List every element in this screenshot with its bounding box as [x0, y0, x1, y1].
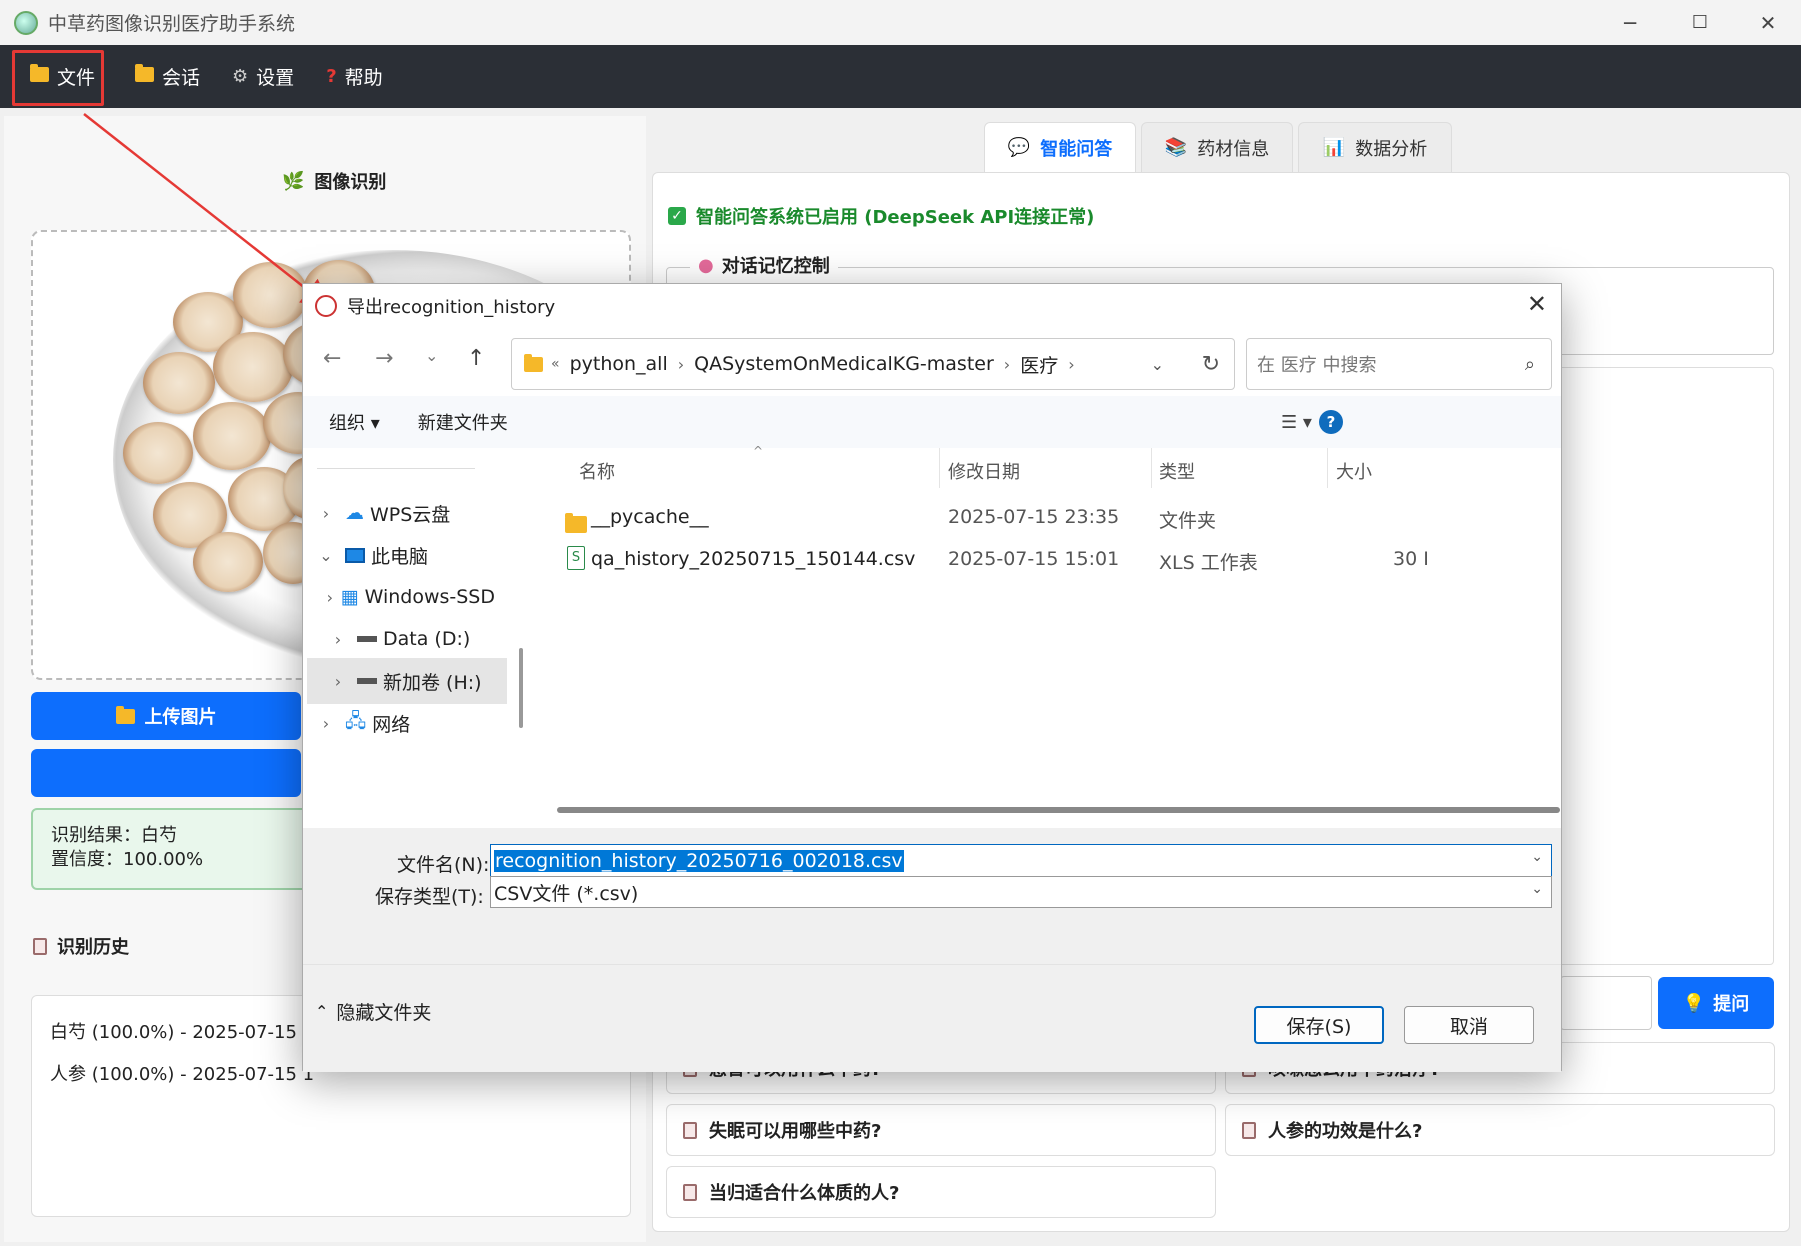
column-type[interactable]: 类型	[1159, 458, 1195, 484]
file-size: 30 K	[1393, 548, 1427, 570]
back-arrow-icon[interactable]: ←	[323, 346, 341, 371]
chevron-down-icon[interactable]: ⌄	[313, 546, 339, 565]
monitor-icon	[345, 547, 365, 563]
search-placeholder: 在 医疗 中搜索	[1257, 355, 1377, 376]
windows-drive-icon: ▦	[340, 586, 359, 608]
chevron-right-icon: ›	[1003, 354, 1011, 374]
dialog-title: 导出recognition_history	[347, 297, 556, 318]
refresh-icon[interactable]: ↻	[1202, 352, 1220, 377]
file-name: __pycache__	[591, 506, 709, 528]
organize-button[interactable]: 组织 ▾	[329, 409, 380, 435]
chevron-down-icon[interactable]: ⌄	[1531, 849, 1543, 865]
column-name[interactable]: 名称	[579, 458, 615, 484]
dialog-app-icon	[315, 295, 337, 317]
nav-label: Data (D:)	[383, 628, 471, 650]
chevron-right-icon[interactable]: ›	[325, 630, 351, 649]
filetype-value: CSV文件 (*.csv)	[494, 882, 639, 905]
breadcrumb-overflow[interactable]: «	[551, 356, 560, 372]
nav-item-windows-ssd[interactable]: › ▦ Windows-SSD	[325, 574, 495, 620]
search-icon: ⌕	[1524, 353, 1535, 375]
nav-item-new-volume-h[interactable]: › 新加卷 (H:)	[307, 658, 507, 704]
filetype-select[interactable]: CSV文件 (*.csv) ⌄	[490, 876, 1552, 908]
breadcrumb-medical[interactable]: 医疗	[1020, 351, 1058, 378]
save-button[interactable]: 保存(S)	[1254, 1006, 1384, 1044]
breadcrumb-python-all[interactable]: python_all	[570, 353, 668, 375]
filename-input[interactable]: recognition_history_20250716_002018.csv …	[490, 844, 1552, 878]
nav-scrollbar[interactable]	[519, 648, 523, 728]
file-modified: 2025-07-15 23:35	[948, 506, 1120, 528]
chevron-down-icon[interactable]: ⌄	[1151, 355, 1164, 374]
horizontal-scrollbar[interactable]	[557, 807, 1560, 813]
sort-caret-icon: ^	[753, 444, 764, 458]
navigation-pane: › ☁ WPS云盘 ⌄ 此电脑 › ▦ Windows-SSD › Data (…	[303, 448, 523, 828]
new-folder-button[interactable]: 新建文件夹	[418, 409, 508, 435]
file-modified: 2025-07-15 15:01	[948, 548, 1120, 570]
spreadsheet-icon: S	[567, 546, 585, 570]
chevron-right-icon: ›	[1068, 354, 1075, 374]
address-bar[interactable]: « python_all › QASystemOnMedicalKG-maste…	[511, 338, 1235, 390]
file-list: 名称 ^ 修改日期 类型 大小 __pycache__ 2025-07-15 2…	[539, 444, 1559, 816]
help-icon[interactable]: ?	[1319, 410, 1343, 434]
hide-folders-label: 隐藏文件夹	[336, 1002, 432, 1024]
file-type: 文件夹	[1159, 510, 1217, 532]
nav-label: WPS云盘	[370, 503, 451, 526]
hide-folders-toggle[interactable]: ⌃ 隐藏文件夹	[315, 998, 431, 1025]
file-row[interactable]: S qa_history_20250715_150144.csv 2025-07…	[539, 540, 1559, 580]
column-modified[interactable]: 修改日期	[948, 458, 1020, 484]
dialog-title-bar: 导出recognition_history	[303, 284, 1561, 328]
breadcrumb-qasystem[interactable]: QASystemOnMedicalKG-master	[694, 353, 994, 375]
recent-chevron-icon[interactable]: ⌄	[425, 346, 438, 365]
nav-item-wps[interactable]: › ☁ WPS云盘	[313, 490, 519, 536]
up-arrow-icon[interactable]: ↑	[467, 346, 485, 371]
chevron-down-icon[interactable]: ⌄	[1531, 881, 1543, 897]
chevron-right-icon[interactable]: ›	[325, 588, 335, 607]
drive-icon	[357, 678, 377, 684]
dialog-close-button[interactable]: ✕	[1527, 290, 1547, 318]
drive-icon	[357, 636, 377, 642]
forward-arrow-icon[interactable]: →	[375, 346, 393, 371]
chevron-right-icon: ›	[677, 354, 685, 374]
nav-label: 新加卷 (H:)	[383, 671, 482, 694]
nav-item-this-pc[interactable]: ⌄ 此电脑	[313, 532, 519, 578]
folder-icon	[524, 353, 543, 372]
chevron-up-icon: ⌃	[315, 1002, 329, 1021]
cloud-icon: ☁	[345, 502, 364, 524]
nav-label: 此电脑	[371, 545, 429, 568]
view-options-icon[interactable]: ☰ ▾	[1281, 412, 1312, 433]
file-row[interactable]: __pycache__ 2025-07-15 23:35 文件夹	[539, 498, 1559, 538]
column-size[interactable]: 大小	[1336, 458, 1372, 484]
save-dialog: 导出recognition_history ✕ ← → ⌄ ↑ « python…	[302, 283, 1562, 1072]
nav-item-network[interactable]: › 🖧 网络	[313, 700, 519, 746]
network-icon: 🖧	[345, 710, 367, 732]
search-box[interactable]: 在 医疗 中搜索 ⌕	[1246, 338, 1552, 390]
app-window: 中草药图像识别医疗助手系统 ─ ☐ ✕ 文件 会话 ⚙ 设置 ? 帮助 🌿 图像…	[0, 0, 1801, 1246]
nav-label: Windows-SSD	[364, 586, 495, 608]
chevron-right-icon[interactable]: ›	[313, 714, 339, 733]
nav-label: 网络	[372, 713, 411, 736]
chevron-right-icon[interactable]: ›	[325, 672, 351, 691]
cancel-button[interactable]: 取消	[1404, 1006, 1534, 1044]
chevron-right-icon[interactable]: ›	[313, 504, 339, 523]
nav-item-data-d[interactable]: › Data (D:)	[325, 616, 531, 662]
dialog-toolbar: 组织 ▾ 新建文件夹 ☰ ▾ ?	[303, 396, 1561, 448]
filename-label: 文件名(N):	[397, 854, 490, 876]
file-type: XLS 工作表	[1159, 552, 1258, 574]
file-name: qa_history_20250715_150144.csv	[591, 548, 916, 570]
filename-value: recognition_history_20250716_002018.csv	[494, 850, 904, 872]
filetype-label: 保存类型(T):	[375, 886, 484, 908]
